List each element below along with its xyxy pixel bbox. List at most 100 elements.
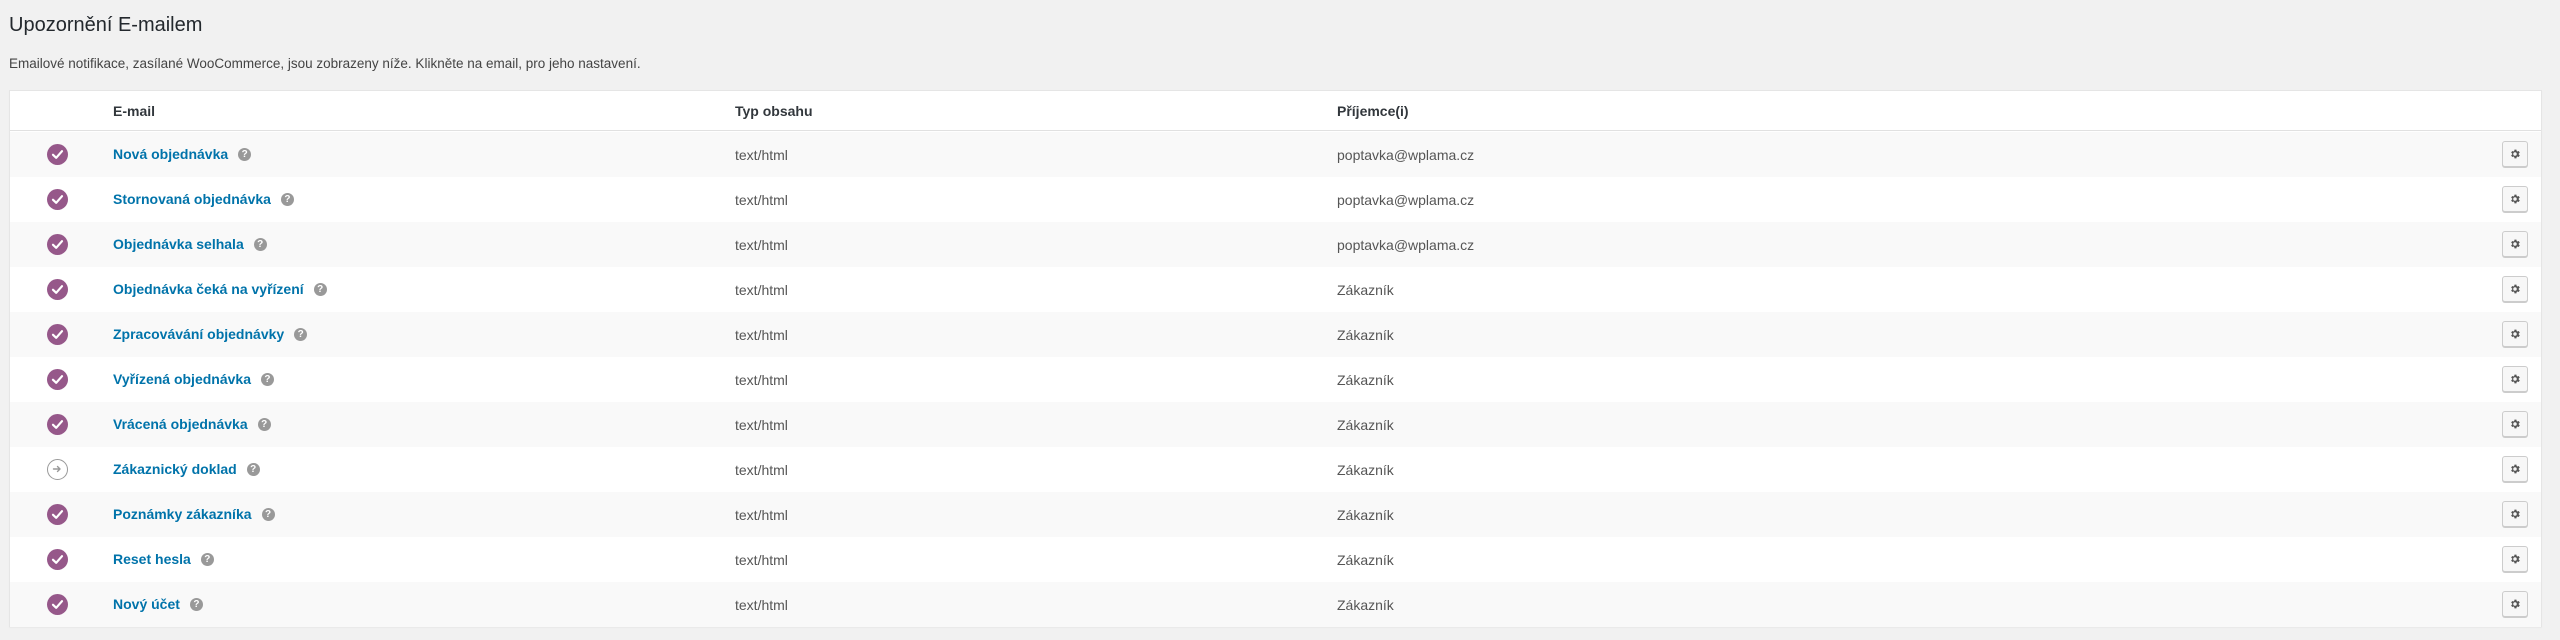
recipient-cell: Zákazník	[1337, 507, 1394, 523]
manage-button[interactable]	[2502, 141, 2528, 167]
content-type-cell: text/html	[735, 147, 788, 163]
email-name: Vyřízená objednávka	[113, 371, 251, 387]
content-type-cell: text/html	[735, 417, 788, 433]
table-row: Reset hesla? text/html Zákazník	[10, 537, 2541, 582]
table-row: Objednávka selhala? text/html poptavka@wpl…	[10, 222, 2541, 267]
gear-icon	[2511, 464, 2520, 474]
manage-button[interactable]	[2502, 591, 2528, 617]
table-row: Vyřízená objednávka? text/html Zákazník	[10, 357, 2541, 402]
help-icon[interactable]: ?	[246, 462, 260, 476]
table-row: Nový účet? text/html Zákazník	[10, 582, 2541, 627]
check-circle-icon	[47, 234, 68, 255]
gear-icon	[2511, 554, 2520, 564]
gear-icon	[2511, 374, 2520, 384]
table-row: Zpracovávání objednávky? text/html Zákazní…	[10, 312, 2541, 357]
gear-icon	[2511, 149, 2520, 159]
email-settings-link[interactable]: Reset hesla?	[113, 551, 214, 567]
content-type-cell: text/html	[735, 552, 788, 568]
page-title: Upozornění E-mailem	[9, 14, 203, 36]
check-circle-icon	[47, 594, 68, 615]
manage-button[interactable]	[2502, 321, 2528, 347]
table-row: Vrácená objednávka? text/html Zákazník	[10, 402, 2541, 447]
content-type-cell: text/html	[735, 462, 788, 478]
recipient-cell: Zákazník	[1337, 417, 1394, 433]
check-circle-icon	[47, 549, 68, 570]
help-icon[interactable]: ?	[257, 417, 271, 431]
recipient-cell: Zákazník	[1337, 552, 1394, 568]
email-settings-link[interactable]: Zákaznický doklad?	[113, 461, 260, 477]
recipient-cell: Zákazník	[1337, 372, 1394, 388]
email-name: Poznámky zákazníka	[113, 506, 252, 522]
help-icon[interactable]: ?	[313, 282, 327, 296]
check-circle-icon	[47, 324, 68, 345]
content-type-cell: text/html	[735, 507, 788, 523]
table-row: Objednávka čeká na vyřízení? text/html Zák…	[10, 267, 2541, 312]
recipient-cell: Zákazník	[1337, 327, 1394, 343]
email-name: Zákaznický doklad	[113, 461, 237, 477]
email-settings-link[interactable]: Vyřízená objednávka?	[113, 371, 274, 387]
email-settings-link[interactable]: Nová objednávka?	[113, 146, 252, 162]
manage-button[interactable]	[2502, 276, 2528, 302]
manage-button[interactable]	[2502, 456, 2528, 482]
column-header-recipients: Příjemce(i)	[1337, 103, 1409, 119]
email-settings-link[interactable]: Nový účet?	[113, 596, 203, 612]
email-name: Stornovaná objednávka	[113, 191, 271, 207]
gear-icon	[2511, 329, 2520, 339]
gear-icon	[2511, 419, 2520, 429]
manage-button[interactable]	[2502, 231, 2528, 257]
gear-icon	[2511, 509, 2520, 519]
help-icon[interactable]: ?	[294, 327, 308, 341]
email-name: Objednávka selhala	[113, 236, 244, 252]
recipient-cell: poptavka@wplama.cz	[1337, 147, 1475, 163]
check-circle-icon	[47, 369, 68, 390]
table-header: E-mail Typ obsahu Příjemce(i)	[10, 91, 2541, 131]
gear-icon	[2511, 284, 2520, 294]
help-icon[interactable]: ?	[238, 147, 252, 161]
manage-button[interactable]	[2502, 546, 2528, 572]
check-circle-icon	[47, 414, 68, 435]
manual-arrow-icon	[47, 459, 68, 480]
recipient-cell: Zákazník	[1337, 597, 1394, 613]
column-header-content-type: Typ obsahu	[735, 103, 813, 119]
manage-button[interactable]	[2502, 186, 2528, 212]
help-icon[interactable]: ?	[260, 372, 274, 386]
email-settings-link[interactable]: Objednávka selhala?	[113, 236, 267, 252]
recipient-cell: poptavka@wplama.cz	[1337, 192, 1475, 208]
email-notifications-table: E-mail Typ obsahu Příjemce(i) Nová objed…	[9, 90, 2542, 627]
email-settings-link[interactable]: Poznámky zákazníka?	[113, 506, 275, 522]
help-icon[interactable]: ?	[261, 507, 275, 521]
recipient-cell: Zákazník	[1337, 282, 1394, 298]
table-row: Stornovaná objednávka? text/html poptavka@…	[10, 177, 2541, 222]
help-icon[interactable]: ?	[200, 552, 214, 566]
manage-button[interactable]	[2502, 411, 2528, 437]
check-circle-icon	[47, 279, 68, 300]
recipient-cell: poptavka@wplama.cz	[1337, 237, 1475, 253]
email-settings-link[interactable]: Zpracovávání objednávky?	[113, 326, 308, 342]
page-description: Emailové notifikace, zasílané WooCommerc…	[9, 56, 641, 71]
help-icon[interactable]: ?	[253, 237, 267, 251]
manage-button[interactable]	[2502, 501, 2528, 527]
email-name: Nový účet	[113, 596, 180, 612]
recipient-cell: Zákazník	[1337, 462, 1394, 478]
table-row: Nová objednávka? text/html poptavka@wplama…	[10, 132, 2541, 177]
gear-icon	[2511, 194, 2520, 204]
email-settings-link[interactable]: Stornovaná objednávka?	[113, 191, 294, 207]
content-type-cell: text/html	[735, 282, 788, 298]
gear-icon	[2511, 239, 2520, 249]
check-circle-icon	[47, 189, 68, 210]
email-name: Objednávka čeká na vyřízení	[113, 281, 304, 297]
email-settings-link[interactable]: Objednávka čeká na vyřízení?	[113, 281, 327, 297]
help-icon[interactable]: ?	[189, 597, 203, 611]
content-type-cell: text/html	[735, 192, 788, 208]
content-type-cell: text/html	[735, 237, 788, 253]
table-row: Zákaznický doklad? text/html Zákazník	[10, 447, 2541, 492]
email-settings-link[interactable]: Vrácená objednávka?	[113, 416, 271, 432]
manage-button[interactable]	[2502, 366, 2528, 392]
email-name: Nová objednávka	[113, 146, 229, 162]
email-name: Zpracovávání objednávky	[113, 326, 285, 342]
gear-icon	[2511, 599, 2520, 609]
check-circle-icon	[47, 504, 68, 525]
help-icon[interactable]: ?	[280, 192, 294, 206]
table-row: Poznámky zákazníka? text/html Zákazník	[10, 492, 2541, 537]
content-type-cell: text/html	[735, 597, 788, 613]
